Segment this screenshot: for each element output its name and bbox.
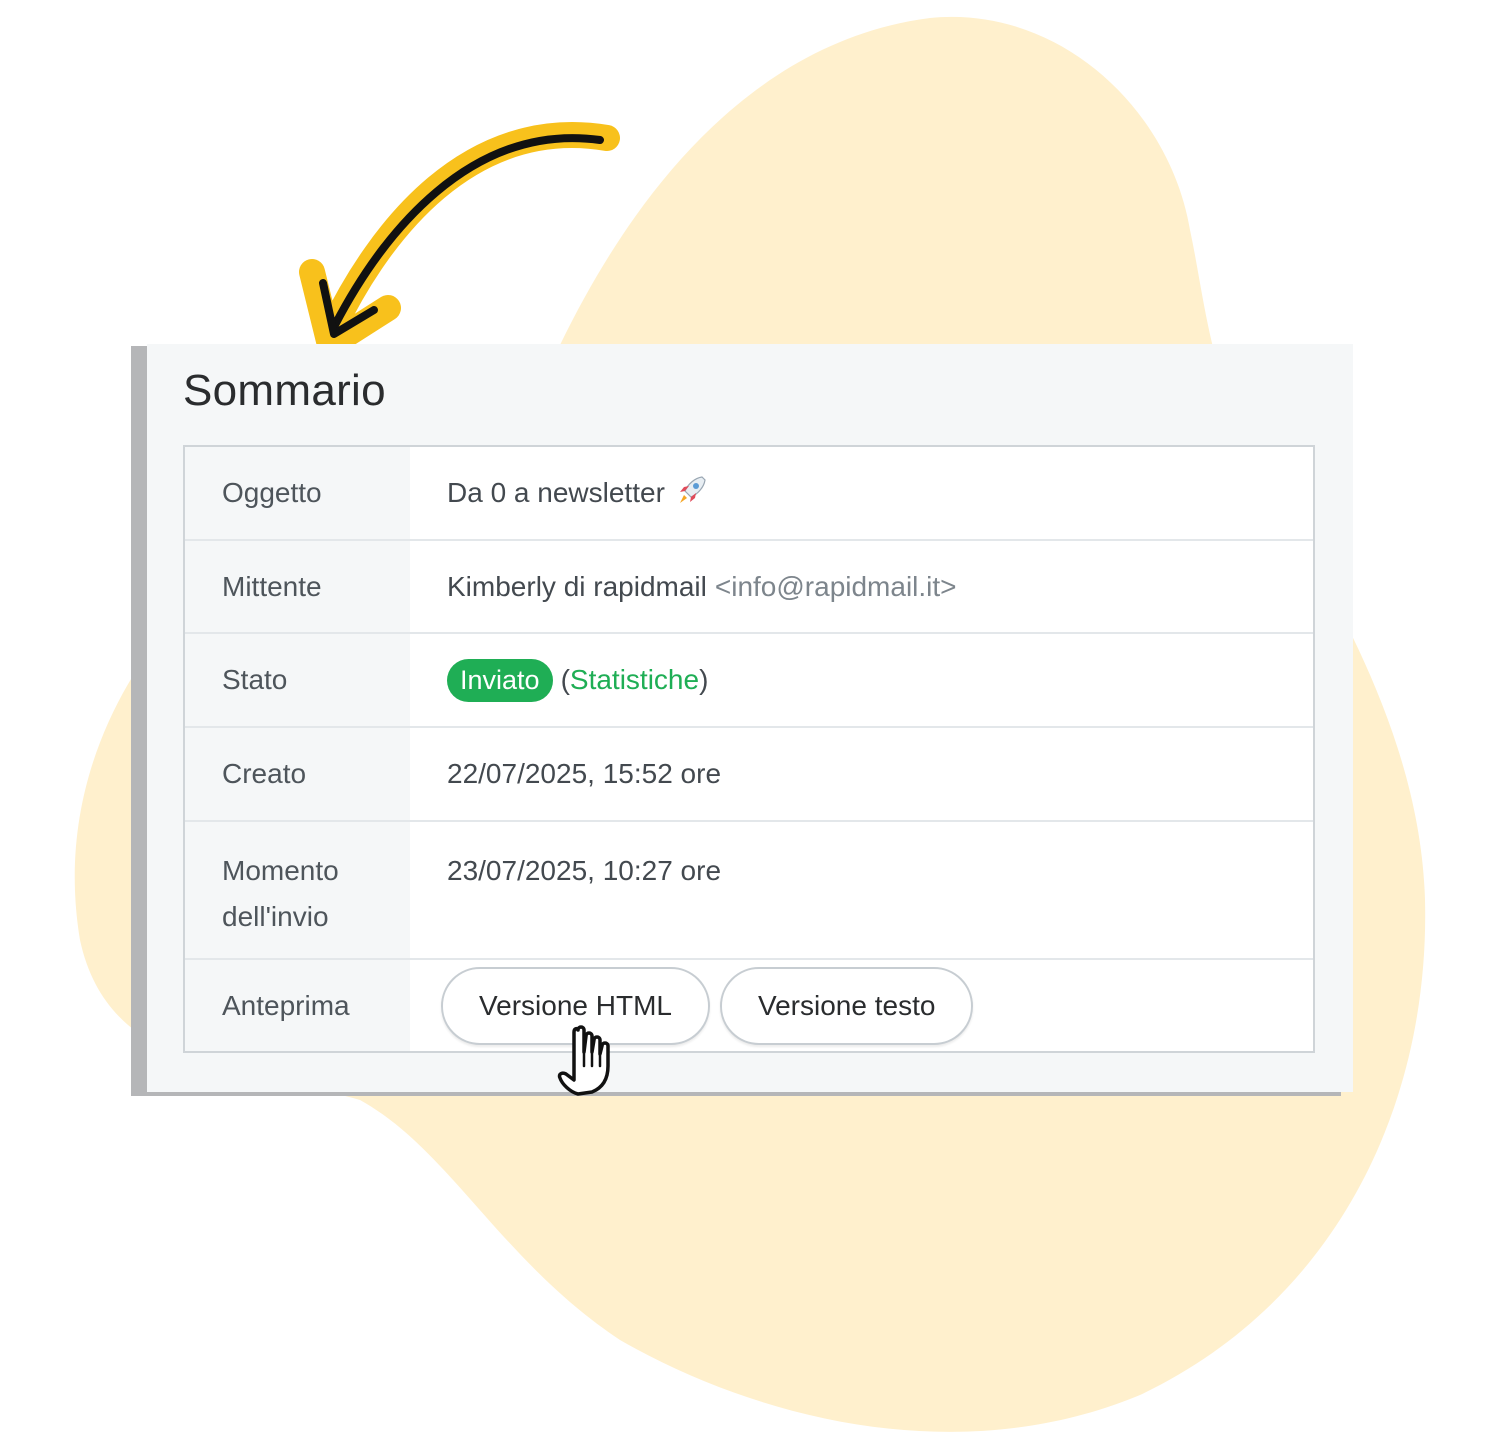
table-row-status: Stato Inviato (Statistiche) xyxy=(185,634,1313,728)
summary-table: Oggetto Da 0 a newsletter Mittente Kimbe… xyxy=(183,445,1315,1053)
status-badge: Inviato xyxy=(447,658,553,702)
row-label: Momento dell'invio xyxy=(185,822,410,958)
row-value: Kimberly di rapidmail <info@rapidmail.it… xyxy=(410,541,1313,632)
sender-email: <info@rapidmail.it> xyxy=(714,570,957,602)
row-label: Stato xyxy=(185,634,410,726)
row-value: Da 0 a newsletter xyxy=(410,447,1313,539)
subject-text: Da 0 a newsletter xyxy=(447,477,665,508)
paren-close: ) xyxy=(699,664,709,695)
statistics-link[interactable]: Statistiche xyxy=(570,664,699,695)
table-row-send-time: Momento dell'invio 23/07/2025, 10:27 ore xyxy=(185,822,1313,960)
row-value: Inviato (Statistiche) xyxy=(410,634,1313,726)
table-row-subject: Oggetto Da 0 a newsletter xyxy=(185,447,1313,541)
table-row-sender: Mittente Kimberly di rapidmail <info@rap… xyxy=(185,541,1313,634)
illustration-stage: Sommario Oggetto Da 0 a newsletter Mitte… xyxy=(0,0,1500,1438)
text-version-button[interactable]: Versione testo xyxy=(719,966,974,1045)
summary-panel: Sommario Oggetto Da 0 a newsletter Mitte… xyxy=(147,344,1353,1092)
row-value: 22/07/2025, 15:52 ore xyxy=(447,758,722,789)
row-label: Mittente xyxy=(185,541,410,632)
row-label: Creato xyxy=(185,728,410,820)
row-value: Versione HTML Versione testo xyxy=(410,960,1313,1051)
table-row-preview: Anteprima Versione HTML Versione testo xyxy=(185,960,1313,1051)
sender-name: Kimberly di rapidmail xyxy=(447,570,707,602)
row-value: 23/07/2025, 10:27 ore xyxy=(447,855,722,886)
rocket-icon xyxy=(675,473,709,514)
table-row-created: Creato 22/07/2025, 15:52 ore xyxy=(185,728,1313,822)
panel-title: Sommario xyxy=(183,366,386,415)
paren-open: ( xyxy=(560,664,570,695)
statistics-link-wrapper: (Statistiche) xyxy=(561,664,709,696)
row-label: Oggetto xyxy=(185,447,410,539)
row-label: Anteprima xyxy=(185,960,410,1051)
hand-pointer-icon xyxy=(557,1025,610,1096)
